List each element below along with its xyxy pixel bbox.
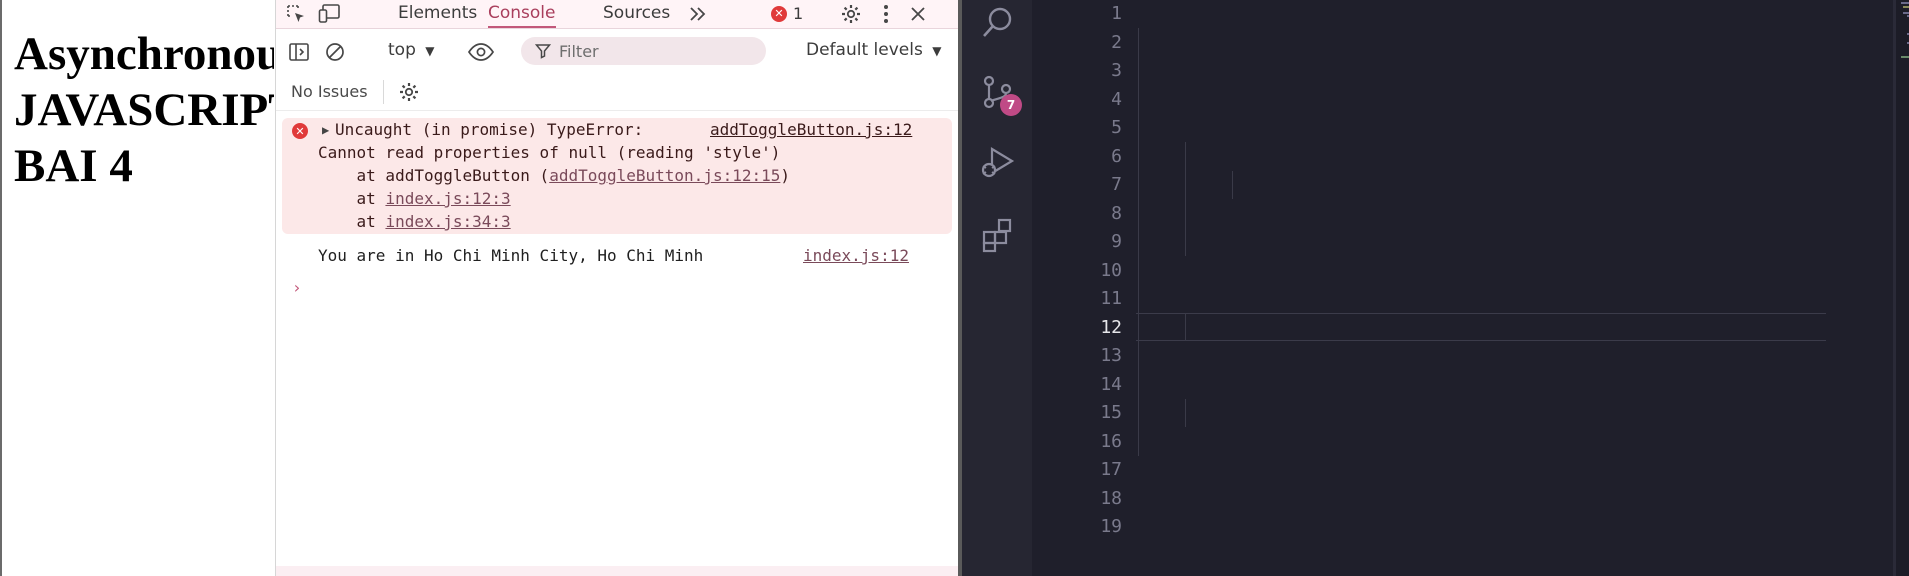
indent-guide	[1232, 171, 1233, 199]
stack-frame-prefix: at addToggleButton (	[318, 166, 550, 185]
page-heading: Asynchronous JAVASCRIPT BAI 4	[14, 28, 274, 192]
indent-guide	[1185, 399, 1186, 427]
line-number: 10	[1100, 259, 1122, 281]
device-toolbar-icon[interactable]	[318, 2, 342, 26]
filter-input-box[interactable]	[521, 37, 766, 65]
line-number: 11	[1100, 288, 1122, 309]
line-number: 18	[1100, 487, 1122, 509]
activity-bar: 7	[962, 0, 1032, 576]
issues-label[interactable]: No Issues	[291, 82, 368, 101]
close-icon[interactable]	[906, 2, 930, 26]
stack-frame-link[interactable]: index.js:34:3	[385, 212, 510, 231]
line-number: 1	[1111, 3, 1122, 24]
line-number-current: 12	[1100, 316, 1122, 338]
log-source-link[interactable]: index.js:12	[803, 246, 909, 265]
line-number: 14	[1100, 373, 1122, 395]
line-number: 6	[1111, 145, 1122, 167]
log-levels-select[interactable]: Default levels ▼	[806, 40, 941, 60]
line-number: 2	[1111, 31, 1122, 53]
line-number: 19	[1100, 516, 1122, 537]
devtools-bottom-bar	[276, 566, 959, 576]
line-number: 16	[1100, 430, 1122, 452]
code-editor-window: 7 1 2 3 4 5 6 7 8 9 10 11 12 13 14 15 16…	[962, 0, 1909, 576]
error-title: Uncaught (in promise) TypeError:	[335, 120, 644, 139]
tab-console[interactable]: Console	[488, 0, 556, 28]
log-levels-value: Default levels	[806, 40, 923, 60]
console-toolbar: top ▼ Default levels ▼	[276, 34, 959, 70]
devtools-panel: Elements Console Sources ✕ 1 top ▼ Filte…	[275, 0, 959, 576]
stack-frame-link[interactable]: index.js:12:3	[385, 189, 510, 208]
line-number: 9	[1111, 231, 1122, 252]
chevron-down-icon: ▼	[932, 44, 942, 58]
current-line-highlight	[1136, 313, 1826, 341]
context-value: top	[388, 40, 416, 60]
expand-triangle-icon[interactable]: ▶	[322, 123, 329, 137]
line-number: 15	[1100, 402, 1122, 423]
stack-frame-prefix: at	[318, 212, 386, 231]
stack-frame-link[interactable]: addToggleButton.js:12:15	[549, 166, 780, 185]
search-icon[interactable]	[978, 2, 1018, 42]
webpage-viewport: Asynchronous JAVASCRIPT BAI 4	[0, 0, 274, 576]
extensions-icon[interactable]	[978, 216, 1018, 256]
indent-guide	[1185, 142, 1186, 256]
chevron-double-right-icon[interactable]	[686, 2, 710, 26]
console-prompt[interactable]: ›	[292, 278, 302, 297]
error-icon: ✕	[292, 123, 308, 139]
issues-bar: No Issues	[276, 74, 959, 111]
stack-frame: at index.js:34:3	[318, 212, 511, 231]
devtools-tabbar: Elements Console Sources ✕ 1	[276, 0, 959, 29]
error-count-badge[interactable]: ✕ 1	[771, 4, 803, 23]
tab-elements[interactable]: Elements	[398, 0, 477, 28]
line-number: 4	[1111, 88, 1122, 110]
filter-input[interactable]	[557, 40, 751, 62]
filter-icon	[535, 44, 551, 59]
line-number: 7	[1111, 174, 1122, 195]
minimap[interactable]	[1893, 0, 1909, 576]
eye-icon[interactable]	[466, 40, 496, 64]
clear-console-icon[interactable]	[323, 40, 347, 64]
stack-frame: at index.js:12:3	[318, 189, 511, 208]
divider	[383, 80, 384, 104]
line-number: 17	[1100, 459, 1122, 480]
scm-badge: 7	[1000, 94, 1022, 116]
indent-guide	[1138, 28, 1139, 456]
inspect-element-icon[interactable]	[284, 2, 308, 26]
console-error-message[interactable]: ✕ ▶ Uncaught (in promise) TypeError: add…	[282, 118, 952, 234]
tab-sources[interactable]: Sources	[603, 0, 670, 28]
stack-frame: at addToggleButton (addToggleButton.js:1…	[318, 166, 790, 185]
error-icon: ✕	[771, 5, 787, 22]
error-message: Cannot read properties of null (reading …	[318, 143, 781, 162]
indent-guide	[1185, 313, 1186, 341]
chevron-down-icon: ▼	[425, 44, 435, 58]
line-number: 8	[1111, 202, 1122, 224]
console-output: ✕ ▶ Uncaught (in promise) TypeError: add…	[276, 112, 959, 568]
error-count: 1	[793, 4, 804, 23]
editor-pane[interactable]: 1 2 3 4 5 6 7 8 9 10 11 12 13 14 15 16 1…	[1032, 0, 1909, 576]
line-number: 13	[1100, 345, 1122, 366]
line-number: 5	[1111, 117, 1122, 138]
context-select[interactable]: top ▼	[388, 40, 435, 60]
line-number: 3	[1111, 60, 1122, 81]
stack-frame-suffix: )	[780, 166, 791, 185]
sidebar-toggle-icon[interactable]	[287, 40, 311, 64]
minimap-preview-icon	[1893, 0, 1909, 576]
gear-icon[interactable]	[839, 2, 863, 26]
gear-icon[interactable]	[397, 80, 421, 104]
stack-frame-prefix: at	[318, 189, 386, 208]
error-source-link[interactable]: addToggleButton.js:12	[710, 120, 912, 139]
run-debug-icon[interactable]	[978, 142, 1018, 182]
kebab-menu-icon[interactable]	[874, 2, 898, 26]
console-log-message: You are in Ho Chi Minh City, Ho Chi Minh	[318, 246, 704, 265]
